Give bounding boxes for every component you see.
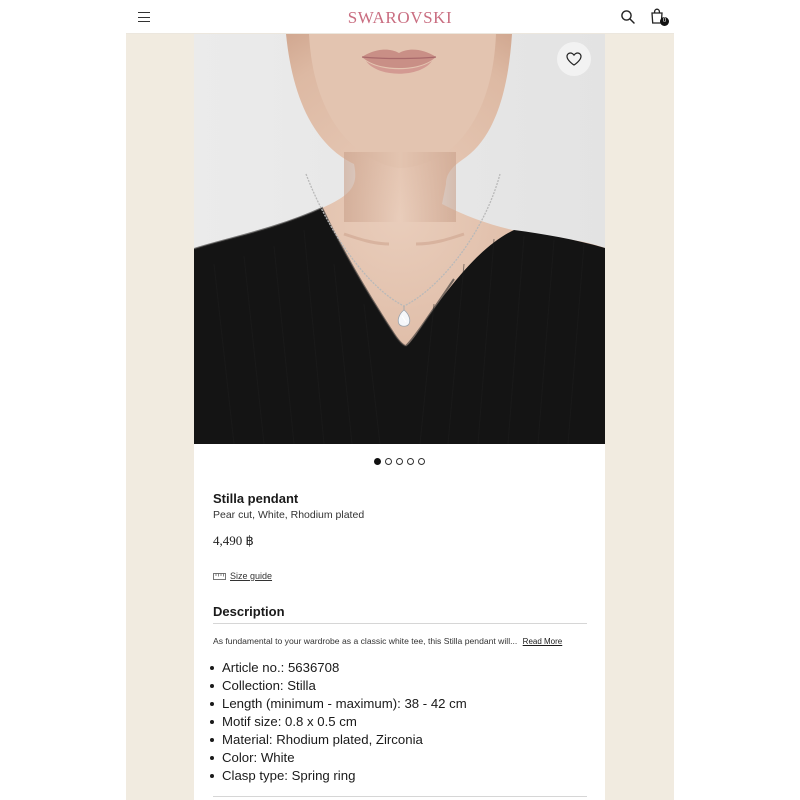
top-header: SWAROVSKI 0 [126,0,674,34]
gallery-dot-2[interactable] [385,458,392,465]
description-heading: Description [213,604,285,619]
description-divider [213,623,587,624]
bag-count-badge: 0 [660,17,669,26]
spec-clasp-type: Clasp type: Spring ring [210,767,467,785]
brand-logo[interactable]: SWAROVSKI [126,8,674,28]
model-wearing-pendant-photo [194,34,605,444]
spec-motif-size: Motif size: 0.8 x 0.5 cm [210,713,467,731]
gallery-dot-4[interactable] [407,458,414,465]
description-text: As fundamental to your wardrobe as a cla… [213,636,562,646]
description-snippet: As fundamental to your wardrobe as a cla… [213,636,518,646]
spec-color: Color: White [210,749,467,767]
gallery-dot-5[interactable] [418,458,425,465]
read-more-link[interactable]: Read More [523,637,563,646]
size-guide-link[interactable]: Size guide [213,571,272,581]
heart-icon [566,52,582,66]
spec-list: Article no.: 5636708 Collection: Stilla … [210,659,467,785]
shopping-bag-button[interactable]: 0 [650,8,669,26]
size-guide-label: Size guide [230,571,273,581]
spec-length: Length (minimum - maximum): 38 - 42 cm [210,696,467,711]
gallery-dot-3[interactable] [396,458,403,465]
product-image[interactable] [194,34,605,444]
product-price: 4,490 ฿ [213,533,254,548]
product-card: Stilla pendant Pear cut, White, Rhodium … [194,34,605,800]
gallery-dot-1[interactable] [374,458,381,465]
section-divider [213,796,587,797]
spec-material: Material: Rhodium plated, Zirconia [210,731,467,749]
spec-collection: Collection: Stilla [210,677,467,695]
product-variant: Pear cut, White, Rhodium plated [213,509,365,521]
search-icon[interactable] [620,9,636,25]
page: SWAROVSKI 0 Stilla pendant Pear cut, Whi… [126,0,674,800]
wishlist-button[interactable] [557,42,591,76]
gallery-pagination [194,458,605,465]
product-title: Stilla pendant [213,491,299,506]
spec-article-no: Article no.: 5636708 [210,659,467,677]
ruler-icon [213,572,226,580]
